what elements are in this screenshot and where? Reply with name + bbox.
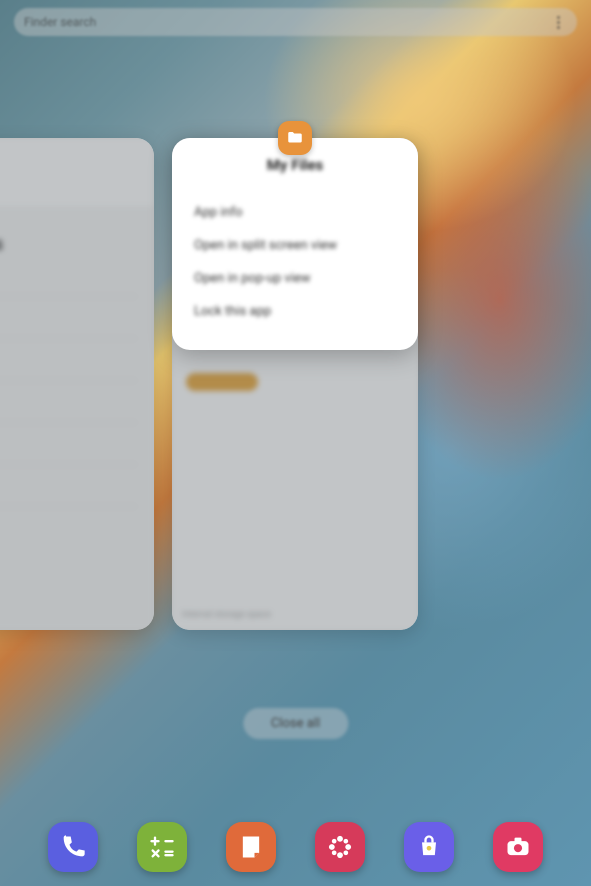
dock-app-phone[interactable] [48, 822, 98, 872]
gallery-icon [326, 833, 354, 861]
dock-app-notes[interactable] [226, 822, 276, 872]
popup-title: My Files [194, 156, 396, 174]
recent-card-options-popup: My Files App info Open in split screen v… [172, 138, 418, 350]
folder-icon[interactable] [278, 121, 312, 155]
close-all-button[interactable]: Close all [243, 708, 348, 739]
notes-icon [237, 833, 265, 861]
phone-icon [59, 833, 87, 861]
overflow-menu-icon[interactable] [549, 13, 567, 31]
dock [0, 822, 591, 872]
popup-item-app-info[interactable]: App info [194, 196, 396, 229]
dim-overlay [0, 138, 154, 630]
dock-app-store[interactable] [404, 822, 454, 872]
popup-item-lock-app[interactable]: Lock this app [194, 295, 396, 328]
dock-app-gallery[interactable] [315, 822, 365, 872]
popup-item-popup-view[interactable]: Open in pop-up view [194, 262, 396, 295]
recent-card-settings[interactable]: Settings [0, 138, 154, 630]
store-icon [415, 833, 443, 861]
popup-item-split-screen[interactable]: Open in split screen view [194, 229, 396, 262]
calculator-icon [148, 833, 176, 861]
camera-icon [504, 833, 532, 861]
search-placeholder: Finder search [24, 15, 96, 29]
dock-app-calculator[interactable] [137, 822, 187, 872]
dock-app-camera[interactable] [493, 822, 543, 872]
finder-search-bar[interactable]: Finder search [14, 8, 577, 36]
